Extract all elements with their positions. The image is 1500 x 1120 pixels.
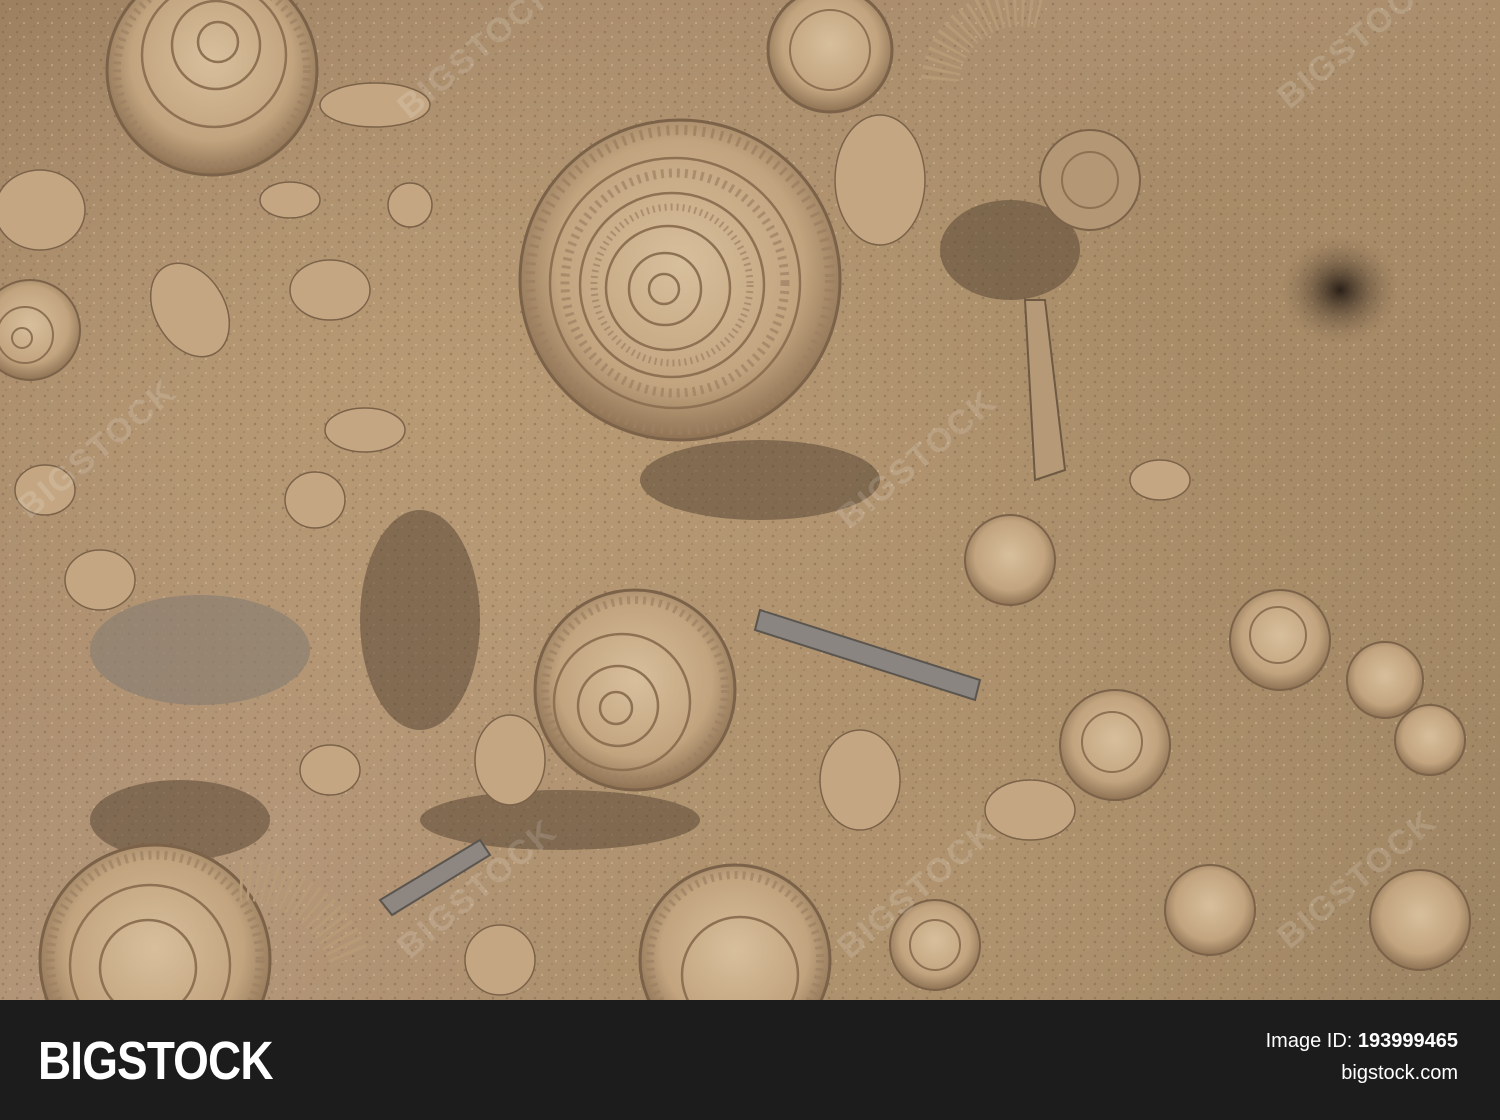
image-id-line: Image ID: 193999465 [1266, 1030, 1458, 1053]
large-ammonite-fossil [518, 118, 842, 442]
stock-footer-bar: BIGSTOCK Image ID: 193999465 bigstock.co… [0, 1000, 1500, 1120]
brand-logo[interactable]: BIGSTOCK [38, 1030, 273, 1092]
image-id-label: Image ID: [1265, 1030, 1353, 1052]
grey-matrix-patch [90, 595, 310, 705]
rock-cavity [1280, 235, 1400, 345]
center-ammonite-fossil [533, 588, 737, 792]
site-link[interactable]: bigstock.com [1341, 1062, 1458, 1085]
stock-photo: BIGSTOCK BIGSTOCK BIGSTOCK BIGSTOCK BIGS… [0, 0, 1500, 1000]
fossil-rock-illustration [0, 0, 1500, 1000]
image-id-value: 193999465 [1357, 1030, 1458, 1052]
